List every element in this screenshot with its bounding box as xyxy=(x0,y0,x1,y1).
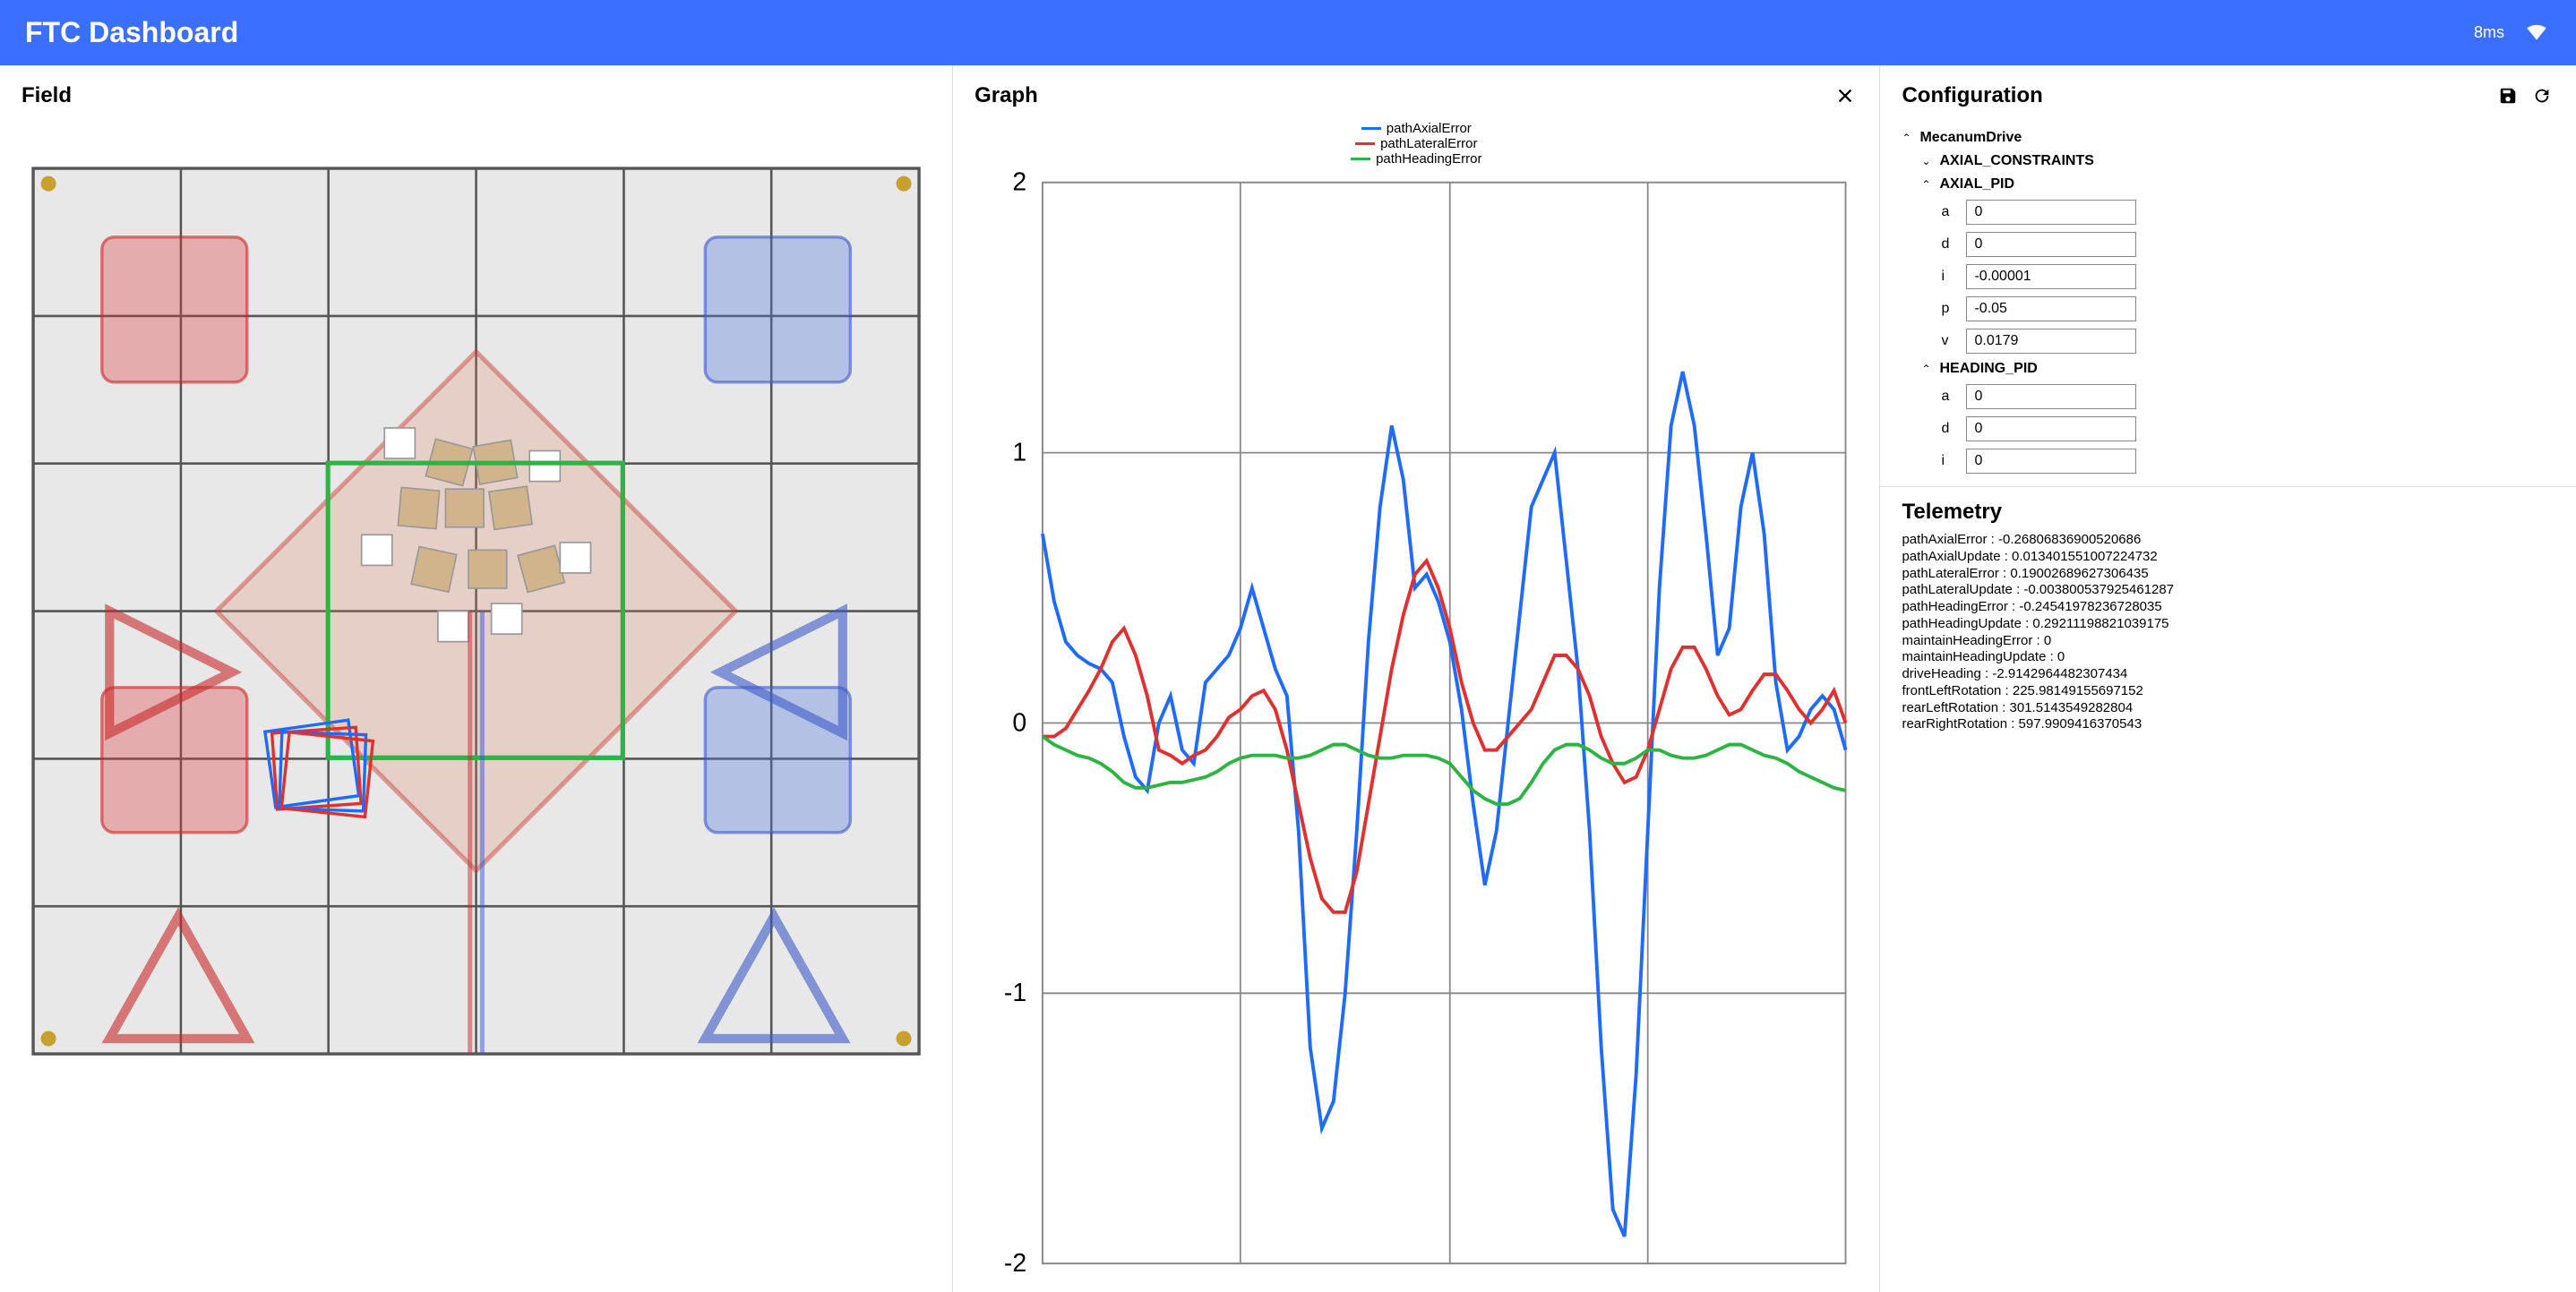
telemetry-body: pathAxialError : -0.26806836900520686pat… xyxy=(1880,532,2576,742)
param-input[interactable] xyxy=(1966,200,2136,225)
param-key: a xyxy=(1941,389,1957,405)
param-input[interactable] xyxy=(1966,296,2136,321)
telemetry-line: pathLateralError : 0.19002689627306435 xyxy=(1902,566,2555,583)
param-input[interactable] xyxy=(1966,384,2136,409)
tree-root-label: MecanumDrive xyxy=(1919,130,2022,146)
legend-label: pathLateralError xyxy=(1380,136,1477,151)
telemetry-line: pathAxialUpdate : 0.013401551007224732 xyxy=(1902,549,2555,566)
legend-label: pathHeadingError xyxy=(1376,151,1481,167)
telemetry-line: frontLeftRotation : 225.98149155697152 xyxy=(1902,683,2555,700)
tree-root[interactable]: ⌃ MecanumDrive xyxy=(1902,126,2555,150)
param-row: i xyxy=(1941,445,2555,477)
param-row: a xyxy=(1941,196,2555,228)
graph-panel: Graph pathAxialErrorpathLateralErrorpath… xyxy=(953,65,1880,1292)
graph-panel-title: Graph xyxy=(975,83,1038,108)
svg-text:0: 0 xyxy=(1012,708,1026,737)
param-key: a xyxy=(1941,204,1957,220)
field-canvas[interactable] xyxy=(18,153,934,1069)
svg-text:-2: -2 xyxy=(1004,1249,1026,1278)
caret-down-icon: ⌄ xyxy=(1921,155,1934,167)
param-row: d xyxy=(1941,228,2555,261)
param-row: v xyxy=(1941,325,2555,357)
param-key: v xyxy=(1941,333,1957,349)
param-key: d xyxy=(1941,421,1957,437)
tree-group[interactable]: ⌃ HEADING_PID xyxy=(1921,357,2555,381)
legend-swatch xyxy=(1355,142,1375,145)
telemetry-line: pathHeadingError : -0.24541978236728035 xyxy=(1902,599,2555,616)
tree-group[interactable]: ⌄ AXIAL_CONSTRAINTS xyxy=(1921,150,2555,173)
close-icon[interactable] xyxy=(1833,83,1858,108)
legend-item: pathLateralError xyxy=(971,136,1861,151)
tree-group-label: AXIAL_CONSTRAINTS xyxy=(1939,153,2093,169)
tree-group[interactable]: ⌃ AXIAL_PID xyxy=(1921,173,2555,196)
telemetry-panel: Telemetry pathAxialError : -0.2680683690… xyxy=(1880,486,2576,742)
config-panel-title: Configuration xyxy=(1902,83,2042,108)
refresh-icon[interactable] xyxy=(2529,83,2555,108)
field-panel-title: Field xyxy=(21,83,72,108)
legend-swatch xyxy=(1361,127,1381,130)
telemetry-line: driveHeading : -2.9142964482307434 xyxy=(1902,666,2555,683)
legend-swatch xyxy=(1351,158,1370,160)
caret-up-icon: ⌃ xyxy=(1921,363,1934,375)
param-key: i xyxy=(1941,453,1957,469)
telemetry-line: maintainHeadingError : 0 xyxy=(1902,633,2555,650)
param-input[interactable] xyxy=(1966,232,2136,257)
param-row: i xyxy=(1941,261,2555,293)
tree-group-label: HEADING_PID xyxy=(1939,361,2037,377)
param-input[interactable] xyxy=(1966,264,2136,289)
legend-item: pathAxialError xyxy=(971,121,1861,136)
legend-item: pathHeadingError xyxy=(971,151,1861,167)
graph-legend: pathAxialErrorpathLateralErrorpathHeadin… xyxy=(971,121,1861,167)
param-row: p xyxy=(1941,293,2555,325)
param-input[interactable] xyxy=(1966,329,2136,354)
telemetry-panel-title: Telemetry xyxy=(1880,487,2576,532)
param-key: i xyxy=(1941,269,1957,285)
app-title: FTC Dashboard xyxy=(25,16,2474,49)
ping-label: 8ms xyxy=(2474,23,2504,42)
save-icon[interactable] xyxy=(2495,83,2520,108)
caret-up-icon: ⌃ xyxy=(1902,132,1914,144)
config-tree: ⌃ MecanumDrive ⌄ AXIAL_CONSTRAINTS ⌃ AXIAL_PI… xyxy=(1880,117,2576,486)
param-input[interactable] xyxy=(1966,416,2136,441)
svg-text:-1: -1 xyxy=(1004,979,1026,1007)
param-input[interactable] xyxy=(1966,449,2136,474)
tree-group-label: AXIAL_PID xyxy=(1939,176,2014,193)
legend-label: pathAxialError xyxy=(1387,121,1472,136)
telemetry-line: pathAxialError : -0.26806836900520686 xyxy=(1902,532,2555,549)
main-layout: Field xyxy=(0,65,2576,1292)
caret-up-icon: ⌃ xyxy=(1921,178,1934,191)
app-header: FTC Dashboard 8ms xyxy=(0,0,2576,65)
field-panel: Field xyxy=(0,65,953,1292)
graph-canvas[interactable]: -2 -1 0 1 2 xyxy=(971,167,1861,1279)
wifi-icon xyxy=(2522,16,2551,49)
svg-text:1: 1 xyxy=(1012,438,1026,466)
telemetry-line: maintainHeadingUpdate : 0 xyxy=(1902,649,2555,666)
telemetry-line: pathHeadingUpdate : 0.29211198821039175 xyxy=(1902,616,2555,633)
param-row: d xyxy=(1941,413,2555,445)
telemetry-line: pathLateralUpdate : -0.00380053792546128… xyxy=(1902,582,2555,599)
svg-text:2: 2 xyxy=(1012,168,1026,197)
telemetry-line: rearRightRotation : 597.9909416370543 xyxy=(1902,716,2555,733)
telemetry-line: rearLeftRotation : 301.5143549282804 xyxy=(1902,700,2555,717)
param-key: p xyxy=(1941,301,1957,317)
param-row: a xyxy=(1941,381,2555,413)
param-key: d xyxy=(1941,236,1957,252)
config-panel: Configuration ⌃ MecanumDrive ⌄ AXIAL_CONSTR… xyxy=(1880,65,2576,1292)
